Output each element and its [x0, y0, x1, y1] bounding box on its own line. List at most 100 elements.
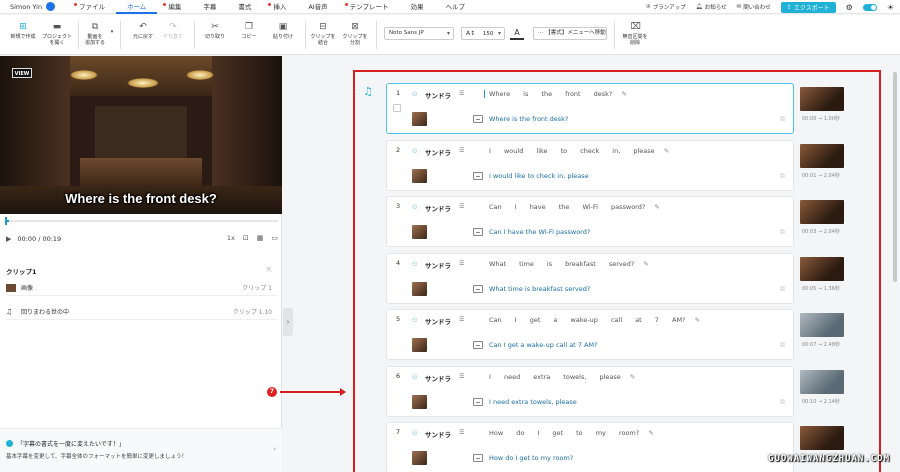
clip-index: クリップ 1.10 [232, 309, 272, 316]
chevron-right-icon[interactable]: › [273, 445, 276, 453]
menu-item[interactable]: テンプレート [339, 0, 400, 14]
clip-label: 画像 [21, 285, 34, 292]
redo-button[interactable]: ↷ やり直す [160, 22, 186, 41]
scene-desk [80, 158, 202, 188]
format-menu-link[interactable]: ⋯ 【書式】メニューへ移動 [533, 27, 607, 40]
chevron-down-icon: ▾ [110, 29, 114, 35]
clip-header: クリップ1 ⇱ [6, 266, 278, 276]
font-color-button[interactable]: A [510, 27, 524, 40]
watermark: GUOWAIWANGZHUAN.COM [768, 454, 890, 464]
menu-item[interactable]: ファイル [68, 0, 116, 14]
progress-handle[interactable] [5, 217, 7, 225]
menu-item[interactable]: 字幕 [192, 0, 227, 14]
scrollbar[interactable] [893, 72, 897, 282]
add-video-dropdown[interactable]: ▾ [109, 29, 115, 35]
menu-item[interactable]: 書式 [227, 0, 262, 14]
sun-icon[interactable]: ☀ [887, 3, 894, 12]
open-project-button[interactable]: ▬ プロジェクト を開く [40, 22, 74, 47]
clip-row[interactable]: 画像 クリップ 1 [6, 280, 278, 296]
contact-button[interactable]: ✉ 問い合わせ [737, 3, 771, 11]
scissors-icon: ✂ [211, 22, 219, 32]
font-select[interactable]: Noto Sans JP [384, 27, 454, 40]
theme-toggle[interactable] [862, 3, 877, 11]
undo-icon: ↶ [139, 22, 147, 32]
menu-item[interactable]: 編集 [157, 0, 192, 14]
music-icon: ♫ [6, 307, 13, 316]
player-controls: ▶ 00:00 / 00:19 1x ⊡ ▦ ▭ [6, 234, 278, 244]
copy-icon: ❐ [244, 22, 254, 32]
menu-item[interactable]: AI音声 [297, 0, 338, 14]
fullscreen-icon[interactable]: ▭ [271, 234, 278, 242]
time-total: / 00:19 [38, 235, 62, 243]
divider [78, 21, 79, 49]
plan-up-button[interactable]: ♔ プランアップ [646, 3, 686, 11]
undo-button[interactable]: ↶ 元に戻す [130, 22, 156, 41]
tip-icon [6, 440, 13, 447]
export-button[interactable]: ⇪ エクスポート [780, 1, 836, 13]
video-logo: VIEW [12, 68, 32, 78]
annotation-frame [353, 70, 881, 472]
menu-item[interactable]: ヘルプ [435, 0, 477, 14]
notice-button[interactable]: 🔔︎ お知らせ [696, 3, 727, 11]
plus-icon: ⊞ [19, 22, 27, 32]
speed-button[interactable]: 1x [227, 234, 235, 242]
clipboard-icon: ▣ [278, 22, 288, 32]
merge-clip-button[interactable]: ⊟ クリップを 結合 [309, 22, 337, 47]
play-icon[interactable]: ▶ [6, 235, 11, 243]
font-size-select[interactable]: A↕ 150 [461, 27, 505, 40]
mail-icon: ✉ [736, 4, 742, 10]
video-caption: Where is the front desk? [65, 191, 217, 206]
clip-title: クリップ1 [6, 268, 37, 276]
collapse-panel-button[interactable]: › [283, 308, 293, 336]
font-size-value: 150 [482, 31, 494, 37]
divider [305, 21, 306, 49]
font-size-icon: A↕ [466, 30, 476, 37]
left-panel: VIEW Where is the front desk? ▶ 00:00 / … [0, 56, 282, 472]
new-dot-icon [163, 2, 167, 6]
video-preview[interactable]: VIEW Where is the front desk? [0, 56, 282, 214]
new-button[interactable]: ⊞ 新規で作成 [8, 22, 38, 41]
clip-index: クリップ 1 [242, 285, 272, 292]
tip-body: 基本字幕を変更して、字幕全体のフォーマットを簡単に変更しましょう！ [6, 454, 188, 460]
crown-icon: ♔ [645, 4, 651, 10]
menu-item[interactable]: ホーム [116, 0, 158, 14]
annotation-arrow [280, 388, 346, 396]
tip-title: 「字幕の書式を一度に変えたいです！」 [17, 441, 125, 448]
user-area[interactable]: Simon Yin [0, 2, 68, 11]
bell-icon: 🔔︎ [695, 4, 703, 10]
screenshot-icon[interactable]: ⊡ [243, 234, 249, 242]
share-icon[interactable]: ⇱ [267, 266, 272, 274]
folder-icon: ▬ [52, 22, 62, 32]
add-video-button[interactable]: ⧉ 動画を 追加する [81, 22, 109, 47]
new-dot-icon [344, 2, 348, 6]
silence-icon: ⌧ [630, 22, 641, 32]
redo-icon: ↷ [169, 22, 177, 32]
user-name: Simon Yin [10, 2, 43, 11]
remove-silence-button[interactable]: ⌧ 無音区間を 削除 [620, 22, 650, 47]
cut-button[interactable]: ✂ 切り取り [202, 22, 228, 41]
divider [194, 21, 195, 49]
copy-button[interactable]: ❐ コピー [236, 22, 262, 41]
split-clip-button[interactable]: ⊠ クリップを 分割 [341, 22, 369, 47]
menu-item[interactable]: 挿入 [262, 0, 297, 14]
new-dot-icon [74, 2, 77, 6]
player-controls-right: 1x ⊡ ▦ ▭ [227, 234, 278, 242]
paste-button[interactable]: ▣ 貼り付け [270, 22, 296, 41]
video-add-icon: ⧉ [91, 22, 99, 32]
right-tools: ♔ プランアップ 🔔︎ お知らせ ✉ 問い合わせ ⇪ エクスポート ⚙ ☀ [646, 0, 894, 14]
clip-row[interactable]: ♫ 回りまわる世の中 クリップ 1.10 [6, 304, 278, 320]
menu-items: ファイル ホーム 編集 字幕 書式 挿入 AI音声 テンプレート 効果 ヘルプ [68, 0, 476, 14]
chandelier-light [186, 70, 214, 80]
menu-item[interactable]: 効果 [400, 0, 435, 14]
avatar[interactable] [46, 2, 56, 11]
gear-icon[interactable]: ⚙ [846, 3, 853, 12]
clip-label: 回りまわる世の中 [21, 309, 70, 316]
divider [376, 21, 377, 49]
tip-box[interactable]: 「字幕の書式を一度に変えたいです！」 基本字幕を変更して、字幕全体のフォーマット… [0, 428, 282, 472]
progress-track[interactable] [6, 220, 278, 222]
split-icon: ⊠ [351, 22, 359, 32]
divider [120, 21, 121, 49]
grid-icon[interactable]: ▦ [257, 234, 264, 242]
divider [614, 21, 615, 49]
merge-icon: ⊟ [319, 22, 327, 32]
